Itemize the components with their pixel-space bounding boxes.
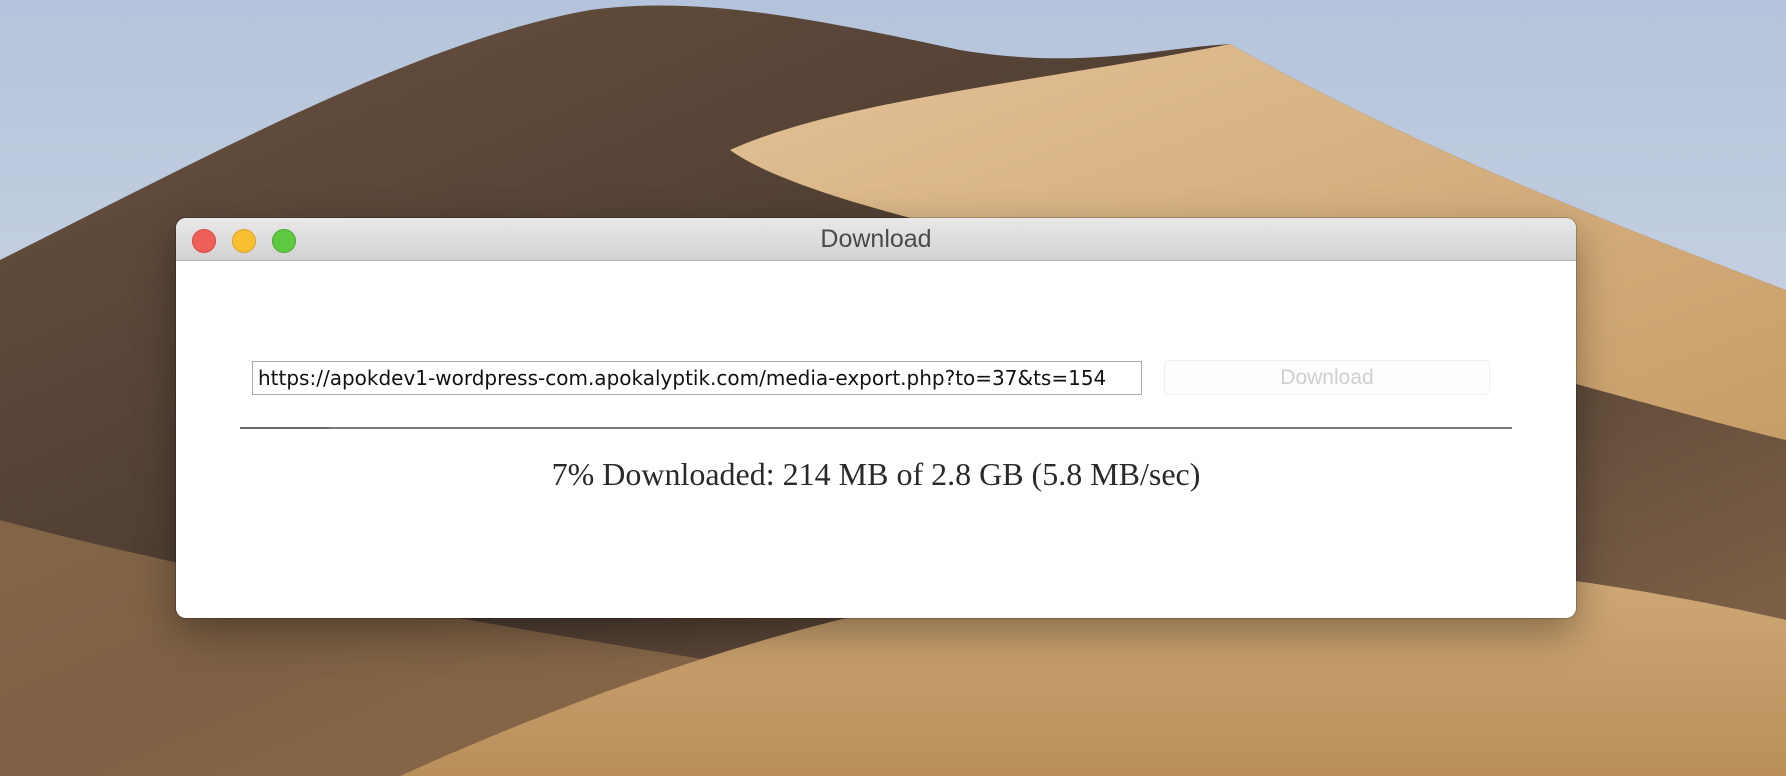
window-title: Download	[820, 225, 932, 253]
minimize-icon[interactable]	[232, 229, 256, 253]
download-status-text: 7% Downloaded: 214 MB of 2.8 GB (5.8 MB/…	[551, 456, 1201, 492]
close-icon[interactable]	[192, 229, 216, 253]
url-input[interactable]	[252, 361, 1142, 395]
download-window: Download Download 7% Downloaded: 214 MB …	[176, 218, 1576, 618]
progress-bar-fill	[240, 427, 330, 429]
zoom-icon[interactable]	[272, 229, 296, 253]
title-bar[interactable]: Download	[176, 218, 1576, 261]
download-button[interactable]: Download	[1164, 360, 1490, 395]
progress-bar	[240, 427, 1512, 429]
